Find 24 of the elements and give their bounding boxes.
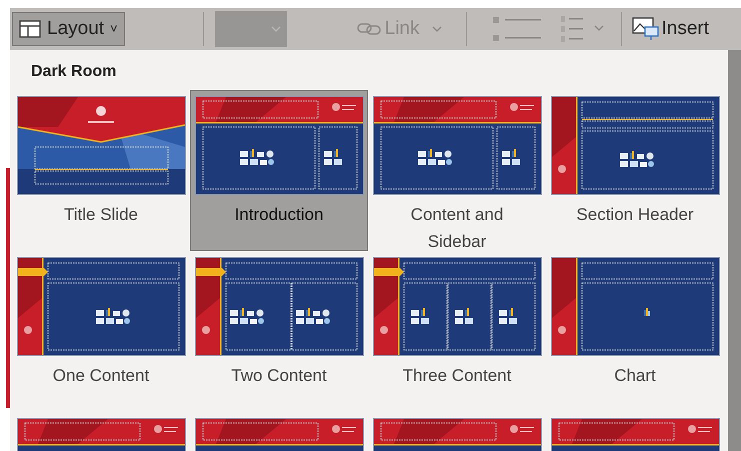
layout-label: Chart (614, 365, 656, 387)
chevron-down-icon (432, 26, 442, 32)
layout-option[interactable]: Content and Sidebar (368, 90, 546, 251)
insert-button[interactable]: Insert (632, 14, 710, 44)
layout-label: Content and Sidebar (410, 204, 504, 253)
layout-label: Section Header (576, 204, 694, 226)
layout-option[interactable]: Three Content (368, 251, 546, 412)
chevron-down-icon (270, 26, 281, 32)
layout-option[interactable]: Section Header (546, 90, 724, 251)
layout-label: Introduction (234, 204, 324, 226)
layout-option[interactable]: Introduction (190, 90, 368, 251)
layout-label: Three Content (402, 365, 512, 387)
layout-icon (19, 20, 41, 38)
link-icon (356, 22, 381, 36)
layout-option[interactable]: Title Slide (12, 90, 190, 251)
layout-label: Title Slide (64, 204, 138, 226)
layout-label: One Content (52, 365, 150, 387)
picture-icon (632, 17, 660, 41)
layout-button[interactable]: Layout ˅ (12, 12, 125, 46)
layout-option[interactable]: Two Content (190, 251, 368, 412)
layout-option[interactable]: Chart (546, 251, 724, 412)
layout-label: Two Content (231, 365, 327, 387)
gallery-title: Dark Room (30, 62, 118, 82)
layout-option[interactable]: One Content (12, 251, 190, 412)
